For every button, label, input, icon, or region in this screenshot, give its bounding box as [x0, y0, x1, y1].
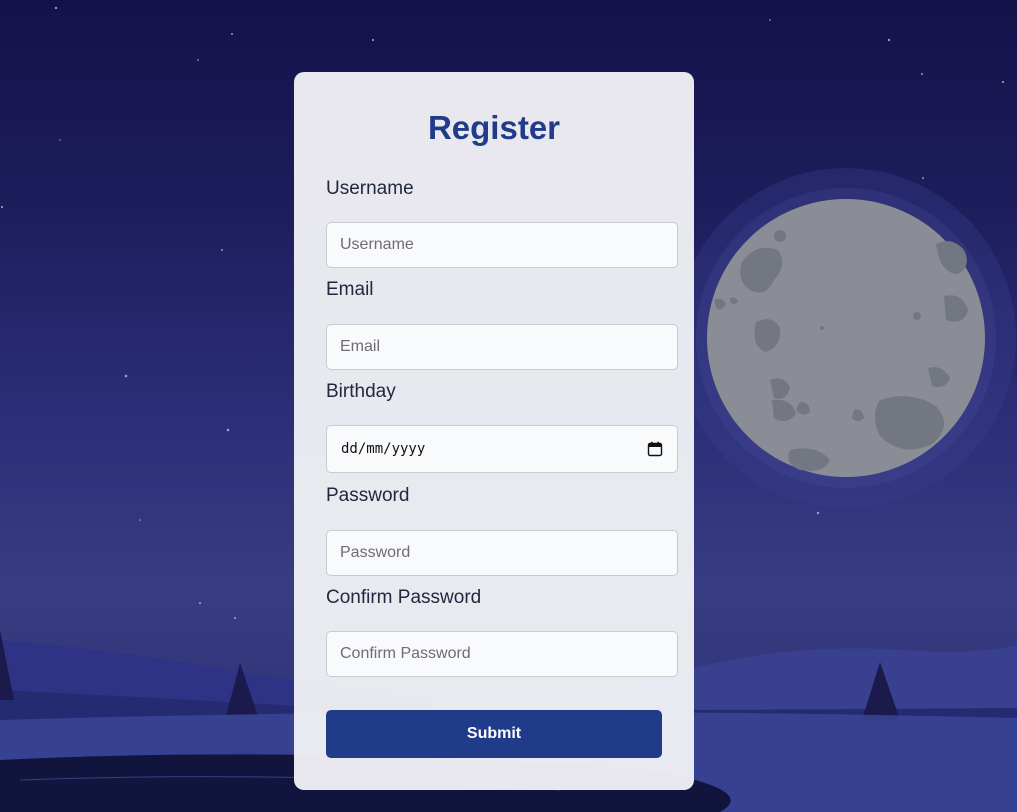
date-placeholder: dd/mm/yyyy — [341, 441, 426, 457]
moon — [707, 199, 985, 477]
confirm-password-label: Confirm Password — [326, 587, 482, 608]
calendar-icon[interactable] — [647, 441, 663, 457]
username-label: Username — [326, 178, 414, 199]
password-input[interactable] — [326, 530, 678, 576]
submit-button[interactable]: Submit — [326, 710, 662, 758]
form-title: Register — [427, 109, 561, 146]
birthday-date-input[interactable]: dd/mm/yyyy — [326, 425, 678, 473]
email-label: Email — [326, 279, 374, 300]
birthday-label: Birthday — [326, 381, 396, 402]
password-label: Password — [326, 485, 410, 506]
register-form-card: Register Username Email Birthday dd/mm/y… — [294, 72, 694, 790]
email-input[interactable] — [326, 324, 678, 370]
confirm-password-input[interactable] — [326, 631, 678, 677]
username-input[interactable] — [326, 222, 678, 268]
